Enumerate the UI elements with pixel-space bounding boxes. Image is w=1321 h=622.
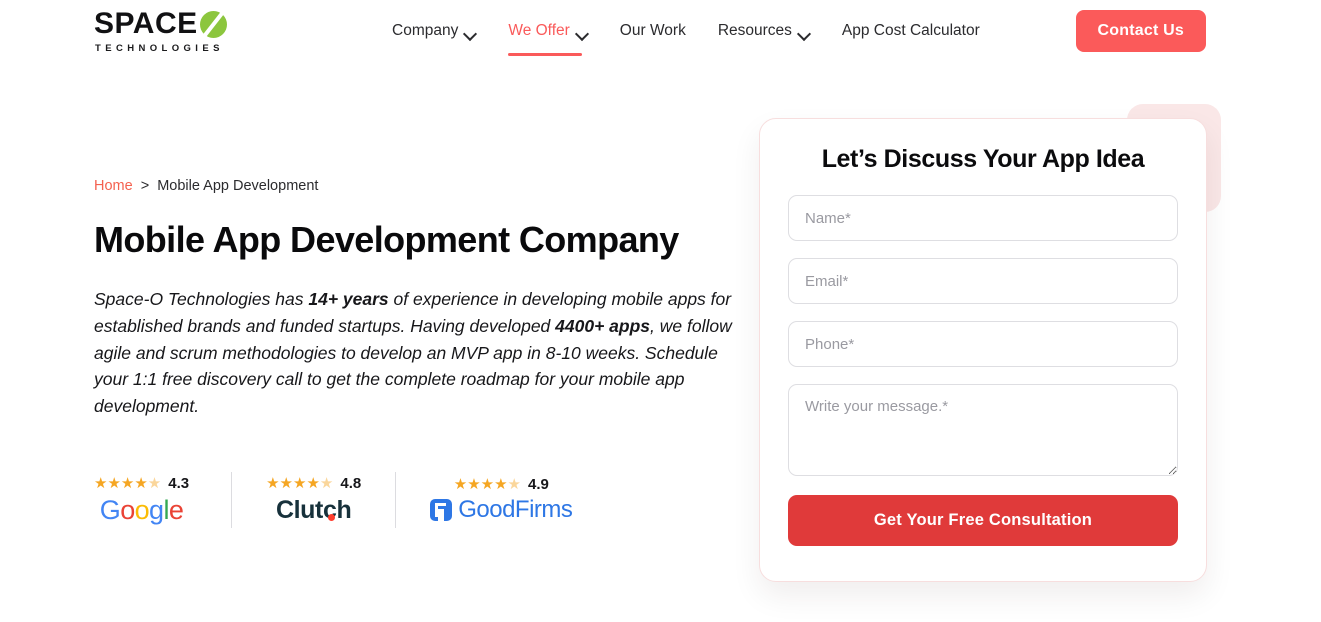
contact-form-zone: Let’s Discuss Your App Idea Get Your Fre…: [759, 104, 1221, 582]
chevron-down-icon: [577, 29, 588, 35]
main-navigation: Company We Offer Our Work Resources App …: [392, 0, 996, 62]
nav-label: Our Work: [619, 22, 686, 39]
goodfirms-mark-icon: [430, 499, 453, 522]
chevron-down-icon: [465, 29, 476, 35]
nav-item-we-offer[interactable]: We Offer: [492, 0, 603, 62]
form-title: Let’s Discuss Your App Idea: [821, 145, 1145, 173]
breadcrumb-separator: >: [140, 178, 150, 194]
nav-item-app-cost-calculator[interactable]: App Cost Calculator: [826, 0, 996, 62]
logo-wordmark: SPACE: [94, 9, 244, 39]
star-rating-icon: ★★★★★: [266, 475, 334, 493]
email-input[interactable]: [788, 258, 1178, 304]
rating-row: ★★★★★ 4.3: [94, 475, 189, 492]
goodfirms-text: GoodFirms: [458, 496, 573, 524]
chevron-down-icon: [799, 29, 810, 35]
rating-badge-google[interactable]: ★★★★★ 4.3 Google: [94, 472, 231, 528]
nav-label: We Offer: [508, 22, 570, 39]
rating-badges: ★★★★★ 4.3 Google ★★★★★ 4.8 Clutch ★★★★★ …: [94, 472, 606, 528]
active-nav-underline: [508, 53, 582, 56]
rating-score: 4.8: [340, 475, 362, 493]
clutch-dot-icon: [327, 513, 335, 521]
intro-bold-apps: 4400+ apps: [555, 315, 651, 336]
hero-left-column: Home > Mobile App Development Mobile App…: [94, 178, 744, 419]
rating-badge-clutch[interactable]: ★★★★★ 4.8 Clutch: [231, 472, 395, 528]
name-input[interactable]: [788, 195, 1178, 241]
rating-score: 4.3: [168, 474, 190, 492]
breadcrumb-home-link[interactable]: Home: [94, 178, 133, 194]
nav-label: Resources: [717, 22, 792, 39]
site-header: SPACE TECHNOLOGIES Company We Offer Our …: [0, 0, 1321, 62]
star-rating-icon: ★★★★★: [453, 476, 521, 494]
intro-bold-years: 14+ years: [308, 289, 389, 310]
message-textarea[interactable]: [788, 384, 1178, 476]
breadcrumb: Home > Mobile App Development: [94, 178, 744, 194]
intro-part-1: Space-O Technologies has: [94, 289, 309, 310]
contact-us-button[interactable]: Contact Us: [1075, 10, 1206, 52]
nav-label: Company: [392, 22, 459, 39]
goodfirms-logo: GoodFirms: [430, 496, 573, 524]
brand-logo[interactable]: SPACE TECHNOLOGIES: [94, 9, 244, 54]
rating-score: 4.9: [528, 476, 549, 494]
rating-row: ★★★★★ 4.9: [454, 476, 549, 493]
get-free-consultation-button[interactable]: Get Your Free Consultation: [788, 495, 1178, 546]
nav-item-company[interactable]: Company: [392, 0, 492, 62]
google-logo: Google: [99, 494, 184, 525]
page-title: Mobile App Development Company: [94, 219, 679, 260]
logo-text: SPACE: [94, 7, 198, 40]
breadcrumb-current: Mobile App Development: [157, 178, 319, 194]
phone-input[interactable]: [788, 321, 1178, 367]
star-rating-icon: ★★★★★: [94, 474, 162, 492]
rating-row: ★★★★★ 4.8: [266, 475, 361, 492]
nav-label: App Cost Calculator: [841, 22, 980, 39]
nav-item-our-work[interactable]: Our Work: [604, 0, 702, 62]
contact-form-card: Let’s Discuss Your App Idea Get Your Fre…: [759, 118, 1207, 582]
logo-tagline: TECHNOLOGIES: [95, 43, 224, 54]
rating-badge-goodfirms[interactable]: ★★★★★ 4.9 GoodFirms: [395, 472, 606, 528]
clutch-logo: Clutch: [275, 496, 352, 525]
o-slash-mark-icon: [199, 10, 227, 38]
nav-item-resources[interactable]: Resources: [702, 0, 826, 62]
hero-intro-paragraph: Space-O Technologies has 14+ years of ex…: [94, 286, 739, 419]
